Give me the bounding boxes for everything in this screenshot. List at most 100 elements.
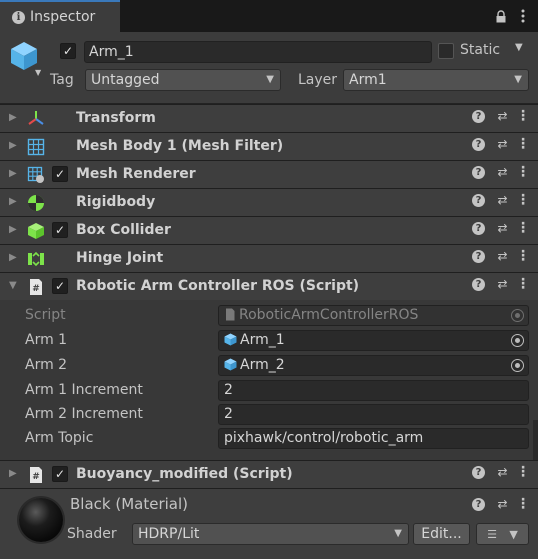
- box-collider-icon: [27, 222, 45, 240]
- kebab-menu-icon[interactable]: ⋮: [516, 164, 530, 180]
- help-icon[interactable]: ?: [472, 465, 485, 479]
- preset-icon[interactable]: ⇄: [496, 165, 509, 179]
- kebab-menu-icon[interactable]: ⋮: [516, 192, 530, 208]
- shader-dropdown[interactable]: HDRP/Lit ▼: [132, 523, 409, 545]
- object-picker-icon[interactable]: [511, 334, 524, 347]
- kebab-menu-icon[interactable]: [516, 6, 530, 26]
- foldout-arrow-icon[interactable]: ▶: [9, 140, 17, 151]
- object-name-field[interactable]: Arm_1: [84, 41, 432, 63]
- static-label: Static: [460, 42, 501, 58]
- hinge-joint-icon: [27, 250, 45, 268]
- object-picker-icon[interactable]: [511, 359, 524, 372]
- object-picker-icon: [511, 309, 524, 322]
- help-icon[interactable]: ?: [472, 497, 485, 511]
- component-name: Hinge Joint: [76, 250, 164, 266]
- help-icon[interactable]: ?: [472, 109, 485, 123]
- transform-icon: [27, 110, 45, 128]
- kebab-menu-icon[interactable]: ⋮: [516, 108, 530, 124]
- component-hinge-joint[interactable]: ▶ Hinge Joint ? ⇄ ⋮: [0, 244, 538, 272]
- component-transform[interactable]: ▶ Transform ? ⇄ ⋮: [0, 104, 538, 132]
- arm1-label: Arm 1: [25, 332, 68, 348]
- preset-icon[interactable]: ⇄: [496, 193, 509, 207]
- component-buoyancy[interactable]: ▶ # ✓ Buoyancy_modified (Script) ? ⇄ ⋮: [0, 460, 538, 488]
- shader-options-button[interactable]: ☰ ▼: [476, 523, 529, 545]
- window-tools: [494, 6, 530, 26]
- layer-dropdown[interactable]: Arm1 ▼: [343, 69, 529, 91]
- svg-text:#: #: [32, 472, 40, 482]
- arm-topic-label: Arm Topic: [25, 430, 94, 446]
- icon-dropdown-arrow-icon[interactable]: ▼: [35, 68, 41, 77]
- edit-shader-button[interactable]: Edit...: [413, 523, 470, 545]
- static-checkbox[interactable]: [438, 43, 454, 59]
- script-icon: [226, 308, 235, 321]
- preset-icon[interactable]: ⇄: [496, 277, 509, 291]
- cube-icon: [224, 358, 237, 371]
- enabled-checkbox[interactable]: ✓: [52, 222, 68, 238]
- scrollbar[interactable]: [533, 420, 538, 460]
- cube-icon: [224, 333, 237, 346]
- preset-icon[interactable]: ⇄: [496, 497, 509, 511]
- help-icon[interactable]: ?: [472, 221, 485, 235]
- arm-topic-field[interactable]: pixhawk/control/robotic_arm: [218, 428, 529, 449]
- preset-icon[interactable]: ⇄: [496, 249, 509, 263]
- rigidbody-icon: [27, 194, 45, 212]
- component-name: Box Collider: [76, 222, 171, 238]
- preset-icon[interactable]: ⇄: [496, 221, 509, 235]
- active-checkbox[interactable]: ✓: [60, 43, 76, 59]
- help-icon[interactable]: ?: [472, 249, 485, 263]
- shader-value: HDRP/Lit: [138, 526, 200, 542]
- component-mesh-filter[interactable]: ▶ Mesh Body 1 (Mesh Filter) ? ⇄ ⋮: [0, 132, 538, 160]
- script-field: RoboticArmControllerROS: [218, 305, 529, 326]
- component-rigidbody[interactable]: ▶ Rigidbody ? ⇄ ⋮: [0, 188, 538, 216]
- foldout-arrow-icon[interactable]: ▶: [9, 168, 17, 179]
- mesh-filter-icon: [27, 138, 45, 156]
- tag-value: Untagged: [91, 72, 160, 88]
- component-actions: ? ⇄ ⋮: [472, 136, 530, 152]
- help-icon[interactable]: ?: [472, 277, 485, 291]
- material-preview[interactable]: [19, 498, 63, 542]
- foldout-arrow-icon[interactable]: ▶: [9, 196, 17, 207]
- component-actions: ? ⇄ ⋮: [472, 108, 530, 124]
- foldout-arrow-icon[interactable]: ▶: [9, 252, 17, 263]
- help-icon[interactable]: ?: [472, 165, 485, 179]
- component-box-collider[interactable]: ▶ ✓ Box Collider ? ⇄ ⋮: [0, 216, 538, 244]
- arm1-field[interactable]: Arm_1: [218, 330, 529, 351]
- help-icon[interactable]: ?: [472, 137, 485, 151]
- script-label: Script: [25, 307, 66, 323]
- object-header: ▼ ✓ Arm_1 Static ▼ Tag Untagged ▼ Layer …: [0, 32, 538, 104]
- preset-icon[interactable]: ⇄: [496, 465, 509, 479]
- kebab-menu-icon[interactable]: ⋮: [516, 276, 530, 292]
- enabled-checkbox[interactable]: ✓: [52, 278, 68, 294]
- component-actions: ? ⇄ ⋮: [472, 192, 530, 208]
- arm2-field[interactable]: Arm_2: [218, 355, 529, 376]
- foldout-arrow-icon[interactable]: ▶: [9, 112, 17, 123]
- preset-icon[interactable]: ⇄: [496, 109, 509, 123]
- component-robotic-arm-controller[interactable]: ▼ # ✓ Robotic Arm Controller ROS (Script…: [0, 272, 538, 300]
- kebab-menu-icon[interactable]: ⋮: [516, 248, 530, 264]
- kebab-menu-icon[interactable]: ⋮: [516, 464, 530, 480]
- help-icon[interactable]: ?: [472, 193, 485, 207]
- component-actions: ? ⇄ ⋮: [472, 248, 530, 264]
- tab-inspector[interactable]: i Inspector: [0, 0, 120, 32]
- material-section: Black (Material) ? ⇄ ⋮ Shader HDRP/Lit ▼…: [0, 488, 538, 559]
- material-actions: ? ⇄ ⋮: [472, 496, 530, 512]
- component-mesh-renderer[interactable]: ▶ ✓ Mesh Renderer ? ⇄ ⋮: [0, 160, 538, 188]
- enabled-checkbox[interactable]: ✓: [52, 166, 68, 182]
- foldout-arrow-icon[interactable]: ▶: [9, 468, 17, 479]
- tag-dropdown[interactable]: Untagged ▼: [85, 69, 281, 91]
- arm1-increment-field[interactable]: 2: [218, 380, 529, 401]
- foldout-arrow-expanded-icon[interactable]: ▼: [9, 280, 17, 291]
- preset-icon[interactable]: ⇄: [496, 137, 509, 151]
- layer-label: Layer: [298, 72, 338, 88]
- foldout-arrow-icon[interactable]: ▶: [9, 224, 17, 235]
- kebab-menu-icon[interactable]: ⋮: [516, 220, 530, 236]
- script-properties: Script RoboticArmControllerROS Arm 1 Arm…: [0, 300, 538, 460]
- static-dropdown-icon[interactable]: ▼: [515, 42, 523, 53]
- mesh-renderer-icon: [27, 166, 45, 184]
- kebab-menu-icon[interactable]: ⋮: [516, 496, 530, 512]
- arm2-increment-field[interactable]: 2: [218, 404, 529, 425]
- kebab-menu-icon[interactable]: ⋮: [516, 136, 530, 152]
- enabled-checkbox[interactable]: ✓: [52, 466, 68, 482]
- list-icon: ☰: [487, 527, 498, 541]
- lock-icon[interactable]: [494, 6, 508, 26]
